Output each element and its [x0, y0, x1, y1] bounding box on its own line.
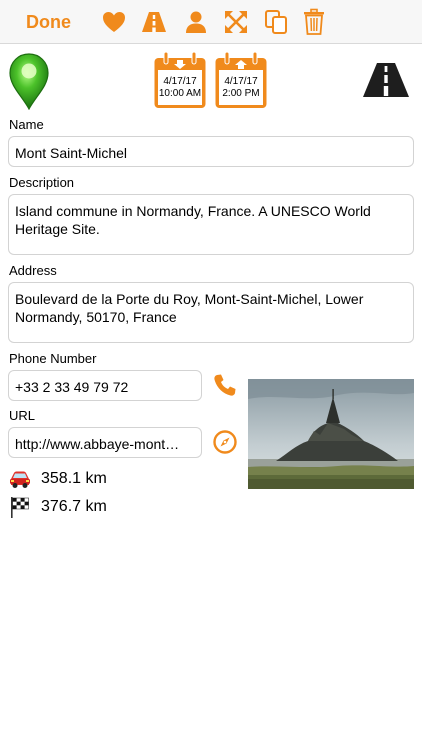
phone-field[interactable]: +33 2 33 49 79 72 [8, 370, 202, 401]
expand-icon[interactable] [222, 8, 250, 36]
address-label: Address [9, 263, 57, 278]
copy-icon[interactable] [262, 8, 290, 36]
place-photo[interactable] [248, 379, 414, 489]
car-distance-row: 358.1 km [8, 468, 138, 492]
car-icon [10, 471, 30, 488]
car-distance: 358.1 km [41, 470, 107, 487]
address-field[interactable]: Boulevard de la Porte du Roy, Mont-Saint… [8, 282, 414, 343]
departure-calendar[interactable]: 4/17/17 2:00 PM [214, 50, 268, 110]
trash-icon[interactable] [300, 8, 328, 36]
top-toolbar: Done [0, 0, 422, 44]
name-label: Name [9, 117, 44, 132]
phone-label: Phone Number [9, 351, 97, 366]
person-icon[interactable] [182, 8, 210, 36]
heart-icon[interactable] [100, 8, 128, 36]
url-label: URL [9, 408, 36, 423]
flag-distance-row: 376.7 km [8, 496, 138, 520]
name-field[interactable]: Mont Saint-Michel [8, 136, 414, 167]
phone-icon[interactable] [212, 372, 238, 398]
departure-date: 4/17/17 [224, 76, 258, 87]
mont-saint-michel-photo [248, 379, 414, 489]
road-icon[interactable] [362, 62, 410, 98]
description-label: Description [9, 175, 75, 190]
done-button[interactable]: Done [26, 12, 71, 33]
url-field[interactable]: http://www.abbaye-mont… [8, 427, 202, 458]
description-field[interactable]: Island commune in Normandy, France. A UN… [8, 194, 414, 255]
road-icon[interactable] [140, 8, 168, 36]
arrival-date: 4/17/17 [163, 76, 197, 87]
flag-distance: 376.7 km [41, 498, 107, 515]
arrival-calendar[interactable]: 4/17/17 10:00 AM [153, 50, 207, 110]
checkered-flag-icon [11, 497, 29, 518]
green-map-pin-icon[interactable] [8, 52, 50, 110]
departure-time: 2:00 PM [222, 88, 260, 99]
arrival-time: 10:00 AM [158, 88, 202, 99]
compass-icon[interactable] [212, 429, 238, 455]
